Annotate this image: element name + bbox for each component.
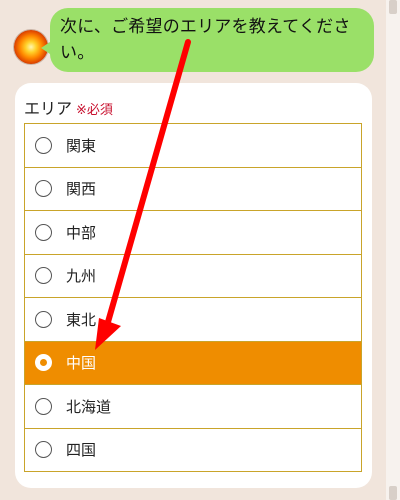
area-option-kanto[interactable]: 関東 [25, 124, 361, 168]
option-label: 九州 [66, 267, 97, 286]
chat-bubble: 次に、ご希望のエリアを教えてください。 [50, 8, 374, 72]
option-label: 中国 [66, 354, 97, 373]
area-option-shikoku[interactable]: 四国 [25, 428, 361, 472]
area-form-card: エリア ※必須 関東 関西 中部 九州 東北 中国 北海道 四国 [15, 83, 372, 488]
option-label: 関西 [66, 180, 97, 199]
required-badge: ※必須 [76, 103, 113, 118]
area-options-list: 関東 関西 中部 九州 東北 中国 北海道 四国 [24, 123, 362, 472]
area-option-chubu[interactable]: 中部 [25, 211, 361, 255]
chat-page: 次に、ご希望のエリアを教えてください。 エリア※必須 関東 関西 中部 九州 [0, 0, 400, 500]
scrollbar-thumb-top[interactable] [389, 0, 397, 14]
radio-button-checked[interactable] [35, 354, 52, 372]
option-label: 東北 [66, 310, 97, 329]
radio-button[interactable] [35, 397, 52, 415]
radio-button[interactable] [35, 441, 52, 459]
option-label: 関東 [66, 136, 97, 155]
chat-message: 次に、ご希望のエリアを教えてください。 [60, 17, 351, 63]
radio-button[interactable] [35, 267, 52, 285]
scrollbar[interactable] [386, 0, 400, 500]
area-option-hokkaido[interactable]: 北海道 [25, 385, 361, 429]
area-option-chugoku[interactable]: 中国 [25, 341, 361, 385]
radio-button[interactable] [35, 136, 52, 154]
scrollbar-thumb-bottom[interactable] [389, 486, 397, 500]
radio-button[interactable] [35, 180, 52, 198]
radio-button[interactable] [35, 223, 52, 241]
option-label: 北海道 [66, 397, 112, 416]
field-label: エリア ※必須 [24, 95, 113, 119]
area-option-tohoku[interactable]: 東北 [25, 298, 361, 342]
area-option-kansai[interactable]: 関西 [25, 167, 361, 211]
field-label-text: エリア [24, 99, 73, 118]
radio-button[interactable] [35, 310, 52, 328]
option-label: 四国 [66, 441, 97, 460]
area-option-kyushu[interactable]: 九州 [25, 254, 361, 298]
option-label: 中部 [66, 223, 97, 242]
